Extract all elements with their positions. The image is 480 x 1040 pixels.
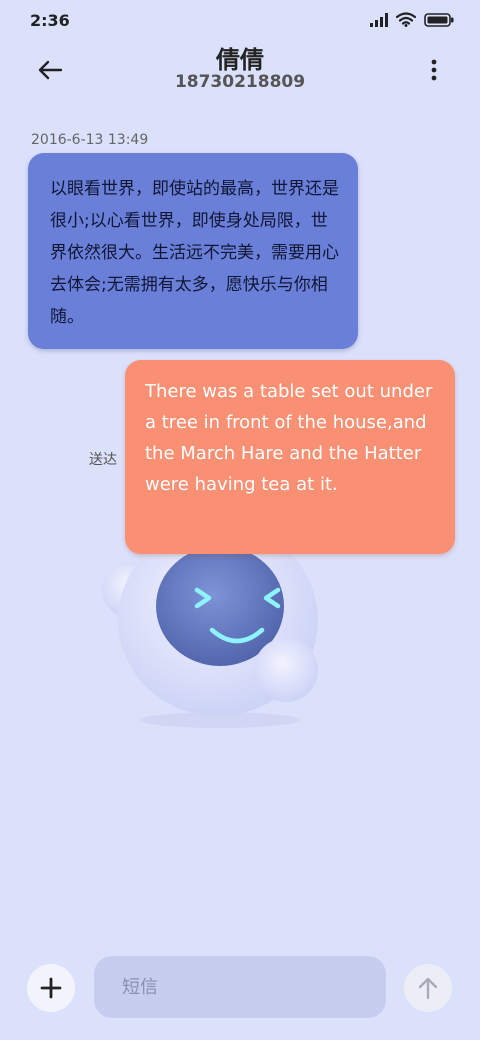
battery-icon bbox=[424, 12, 454, 27]
plus-icon bbox=[40, 977, 62, 999]
send-button[interactable] bbox=[404, 964, 452, 1012]
incoming-message-bubble[interactable]: 以眼看世界，即使站的最高，世界还是很小;以心看世界，即使身处局限，世界依然很大。… bbox=[28, 153, 358, 349]
contact-name: 倩倩 bbox=[216, 46, 264, 74]
signal-icon bbox=[370, 12, 388, 27]
wifi-icon bbox=[396, 12, 416, 27]
status-icons bbox=[370, 12, 454, 27]
more-vertical-icon bbox=[431, 59, 437, 81]
status-time: 2:36 bbox=[30, 11, 70, 30]
sms-input[interactable] bbox=[94, 956, 386, 1018]
outgoing-message-bubble[interactable]: There was a table set out under a tree i… bbox=[125, 360, 455, 554]
delivery-status: 送达 bbox=[89, 452, 117, 468]
contact-number: 18730218809 bbox=[174, 72, 306, 92]
mascot-illustration bbox=[100, 524, 340, 730]
composer-bar bbox=[0, 950, 480, 1030]
more-options-button[interactable] bbox=[422, 52, 446, 88]
send-arrow-icon bbox=[418, 977, 438, 1000]
message-timestamp: 2016-6-13 13:49 bbox=[31, 132, 149, 148]
add-attachment-button[interactable] bbox=[27, 964, 75, 1012]
status-bar: 2:36 bbox=[0, 0, 480, 42]
